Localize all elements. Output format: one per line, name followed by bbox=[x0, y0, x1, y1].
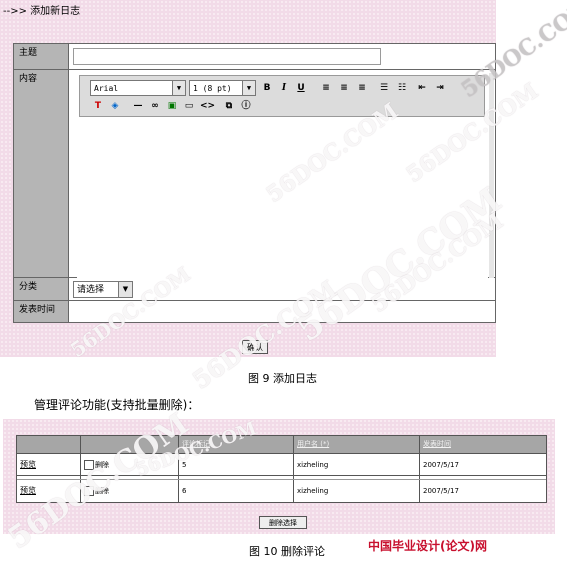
font-size-select[interactable]: 1 (8 pt) ▼ bbox=[189, 80, 256, 96]
chevron-down-icon: ▼ bbox=[172, 81, 185, 95]
align-left-icon[interactable]: ≡ bbox=[320, 82, 332, 94]
user-cell: xizheling bbox=[297, 487, 329, 495]
code-icon[interactable]: <> bbox=[200, 100, 215, 112]
font-size-value: 1 (8 pt) bbox=[193, 84, 232, 93]
user-cell: xizheling bbox=[297, 461, 329, 469]
column-header-date[interactable]: 发表时间 bbox=[420, 436, 546, 453]
preview-link[interactable]: 预览 bbox=[20, 486, 36, 495]
category-label: 分类 bbox=[14, 278, 69, 300]
delete-selected-button[interactable]: 删除选择 bbox=[259, 516, 307, 529]
ordered-list-icon[interactable]: ☰ bbox=[378, 82, 390, 94]
editor-toolbar: Arial ▼ 1 (8 pt) ▼ B I U ≡ ≡ ≡ ☰ ☷ ⇤ ⇥ T… bbox=[79, 75, 485, 117]
figure-10-caption: 图 10 删除评论 bbox=[249, 545, 325, 558]
figure-9-caption: 图 9 添加日志 bbox=[248, 372, 317, 385]
indent-icon[interactable]: ⇥ bbox=[434, 82, 446, 94]
mark-cell: 6 bbox=[182, 487, 187, 495]
site-logo: 中国毕业设计(论文)网 bbox=[368, 539, 487, 553]
page-header: -->> 添加新日志 bbox=[3, 6, 81, 17]
preview-link[interactable]: 预览 bbox=[20, 460, 36, 469]
table-row: 预览 bbox=[17, 454, 36, 476]
table-icon[interactable]: ▭ bbox=[183, 100, 195, 112]
text-color-icon[interactable]: T bbox=[92, 100, 104, 112]
content-label: 内容 bbox=[14, 70, 69, 277]
add-log-panel: -->> 添加新日志 主题 内容 分类 发表时间 Arial ▼ 1 (8 pt… bbox=[0, 0, 543, 395]
unordered-list-icon[interactable]: ☷ bbox=[396, 82, 408, 94]
subject-input[interactable] bbox=[73, 48, 381, 65]
column-header-user[interactable]: 用户名 (*) bbox=[294, 436, 419, 453]
category-select[interactable]: 请选择 ▼ bbox=[73, 281, 133, 298]
link-icon[interactable]: ∞ bbox=[149, 100, 161, 112]
bold-button[interactable]: B bbox=[261, 82, 273, 94]
italic-button[interactable]: I bbox=[278, 82, 290, 94]
row-divider bbox=[14, 69, 495, 70]
underline-button[interactable]: U bbox=[295, 82, 307, 94]
align-right-icon[interactable]: ≡ bbox=[356, 82, 368, 94]
horizontal-rule-icon[interactable]: — bbox=[132, 100, 144, 112]
publish-time-label: 发表时间 bbox=[14, 301, 69, 322]
date-cell: 2007/5/17 bbox=[423, 461, 459, 469]
chevron-down-icon: ▼ bbox=[118, 282, 132, 297]
image-icon[interactable]: ▣ bbox=[166, 100, 178, 112]
subject-label: 主题 bbox=[14, 44, 69, 69]
table-row: 预览 bbox=[17, 480, 36, 502]
align-center-icon[interactable]: ≡ bbox=[338, 82, 350, 94]
outdent-icon[interactable]: ⇤ bbox=[416, 82, 428, 94]
background-color-icon[interactable]: ◈ bbox=[109, 100, 121, 112]
fullscreen-icon[interactable]: ⧉ bbox=[223, 100, 235, 112]
chevron-down-icon: ▼ bbox=[242, 81, 255, 95]
row-divider bbox=[14, 300, 495, 301]
font-family-value: Arial bbox=[94, 84, 119, 93]
font-family-select[interactable]: Arial ▼ bbox=[90, 80, 186, 96]
info-icon[interactable]: ⓘ bbox=[240, 100, 252, 112]
date-cell: 2007/5/17 bbox=[423, 487, 459, 495]
comment-manager-panel: 评论标记 用户名 (*) 发表时间 预览 删除 5 xizheling 2007… bbox=[2, 407, 555, 556]
column-header bbox=[17, 436, 80, 453]
category-value: 请选择 bbox=[77, 285, 105, 295]
